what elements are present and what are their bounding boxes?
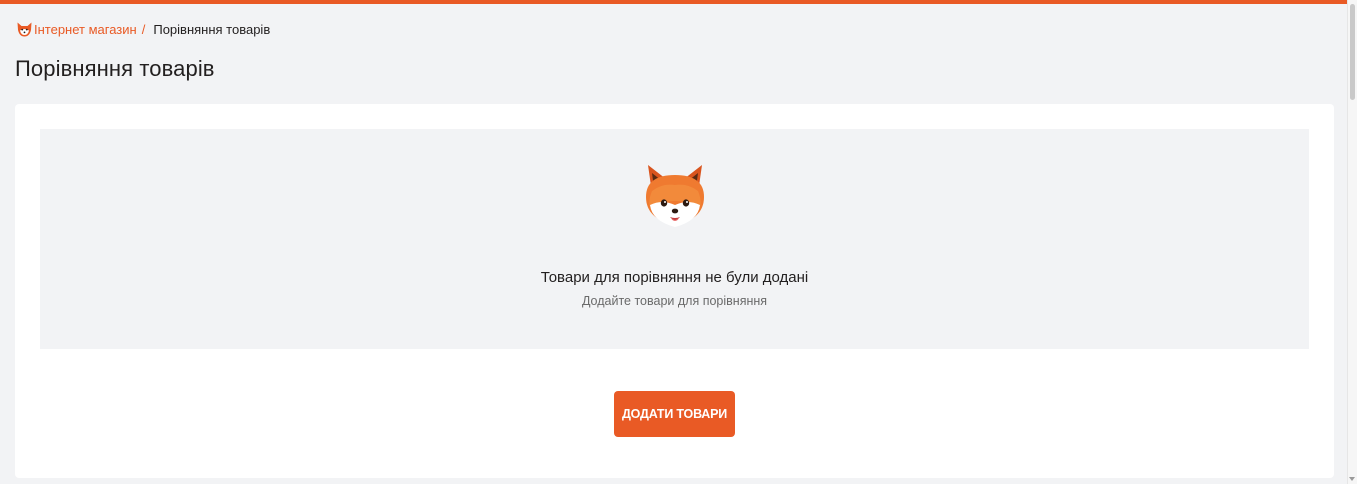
breadcrumb-separator: / — [141, 21, 146, 37]
scroll-down-arrow-icon[interactable] — [1349, 477, 1355, 481]
vertical-scrollbar[interactable] — [1347, 0, 1357, 484]
fox-icon — [642, 161, 708, 233]
breadcrumb-current: Порівняння товарів — [153, 21, 271, 37]
breadcrumb: Інтернет магазин / Порівняння товарів — [16, 20, 270, 38]
compare-card: Товари для порівняння не були додані Дод… — [15, 104, 1334, 478]
empty-state: Товари для порівняння не були додані Дод… — [40, 129, 1309, 349]
fox-logo-icon[interactable] — [16, 21, 33, 38]
add-products-button[interactable]: ДОДАТИ ТОВАРИ — [614, 391, 735, 437]
page-title: Порівняння товарів — [15, 56, 215, 81]
scrollbar-thumb[interactable] — [1350, 4, 1355, 100]
empty-state-subtitle: Додайте товари для порівняння — [581, 294, 768, 308]
empty-state-title: Товари для порівняння не були додані — [540, 269, 809, 286]
top-accent-bar — [0, 0, 1347, 4]
breadcrumb-home-link[interactable]: Інтернет магазин — [34, 22, 137, 37]
